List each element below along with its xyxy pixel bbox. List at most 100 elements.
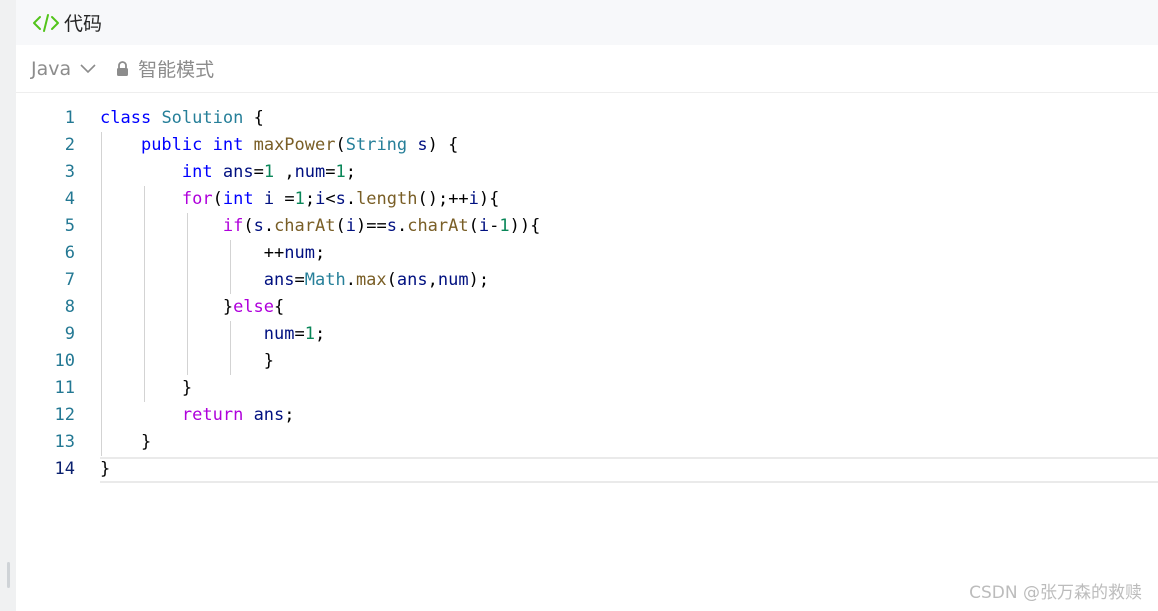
code-icon	[32, 12, 60, 34]
code-token: num	[263, 324, 295, 344]
code-token: else	[233, 297, 275, 317]
code-line[interactable]: 12 return ans;	[16, 402, 1158, 429]
line-number: 7	[64, 270, 75, 290]
code-token: Math	[304, 270, 346, 290]
code-line[interactable]: 1 class Solution {	[16, 105, 1158, 132]
language-label: Java	[31, 57, 72, 80]
code-line[interactable]: 3 int ans=1 ,num=1;	[16, 159, 1158, 186]
code-token: }	[100, 378, 193, 398]
code-text: }	[100, 375, 192, 402]
code-token: .	[345, 270, 356, 290]
code-token: (	[386, 270, 397, 290]
code-token: ;	[345, 162, 357, 182]
code-line[interactable]: 5 if(s.charAt(i)==s.charAt(i-1)){	[16, 213, 1158, 240]
code-token: .	[396, 216, 408, 236]
code-token: ans	[253, 405, 285, 425]
code-token: Solution	[161, 108, 244, 128]
code-token: 1	[304, 324, 315, 344]
resize-grip[interactable]	[7, 562, 10, 588]
chevron-down-icon	[80, 63, 96, 74]
code-token: {	[274, 297, 285, 317]
code-token: ;	[314, 324, 326, 344]
line-number: 4	[64, 189, 75, 209]
code-token: max	[355, 270, 387, 290]
line-number: 2	[64, 135, 75, 155]
code-token: num	[284, 243, 315, 263]
code-text: public int maxPower(String s) {	[100, 132, 458, 159]
code-token: =	[274, 189, 295, 209]
code-token: int	[212, 135, 244, 155]
code-token: =	[294, 324, 305, 344]
code-token: charAt	[274, 216, 336, 236]
code-line[interactable]: 4 for(int i =1;i<s.length();++i){	[16, 186, 1158, 213]
code-token: int	[181, 162, 213, 182]
code-line[interactable]: 2 public int maxPower(String s) {	[16, 132, 1158, 159]
code-token: )==	[355, 216, 387, 236]
code-token: int	[222, 189, 254, 209]
code-token: s	[335, 189, 346, 209]
code-token: =	[294, 270, 305, 290]
line-number: 13	[54, 432, 75, 452]
code-header-title: 代码	[64, 13, 103, 35]
code-token: i	[345, 216, 356, 236]
code-token: .	[263, 216, 275, 236]
code-line[interactable]: 10 }	[16, 348, 1158, 375]
code-token: public	[140, 135, 203, 155]
code-line[interactable]: 9 num=1;	[16, 321, 1158, 348]
code-token: charAt	[407, 216, 469, 236]
code-token: 1	[263, 162, 275, 182]
code-token: }	[100, 459, 111, 479]
code-text: num=1;	[100, 321, 325, 348]
line-number: 1	[64, 108, 75, 128]
line-number: 11	[54, 378, 75, 398]
code-token: length	[356, 189, 418, 209]
code-token: );	[468, 270, 490, 290]
code-header: 代码	[16, 0, 1158, 45]
code-token: <	[325, 189, 336, 209]
editor-toolbar: Java 智能模式	[16, 45, 1158, 93]
code-token: ,	[427, 270, 438, 290]
watermark: CSDN @张万森的救赎	[969, 583, 1142, 603]
code-line[interactable]: 14}	[16, 456, 1158, 483]
code-line[interactable]: 8 }else{	[16, 294, 1158, 321]
code-line[interactable]: 13 }	[16, 429, 1158, 456]
code-token: 1	[294, 189, 305, 209]
code-token: ++	[263, 243, 285, 263]
code-token: ,	[274, 162, 295, 182]
code-line[interactable]: 7 ans=Math.max(ans,num);	[16, 267, 1158, 294]
code-line[interactable]: 11 }	[16, 375, 1158, 402]
code-token: i	[478, 216, 490, 236]
code-token: s	[417, 135, 428, 155]
code-token: i	[468, 189, 479, 209]
code-token: ans	[396, 270, 428, 290]
code-editor[interactable]: 1 class Solution {2 public int maxPower(S…	[16, 93, 1158, 611]
code-text: }	[100, 456, 110, 483]
code-line[interactable]: 6 ++num;	[16, 240, 1158, 267]
smart-mode-toggle[interactable]: 智能模式	[116, 55, 214, 82]
left-margin-strip	[0, 0, 16, 611]
code-token: {	[243, 108, 264, 128]
code-token: (	[243, 216, 254, 236]
code-text: if(s.charAt(i)==s.charAt(i-1)){	[100, 213, 541, 240]
code-token: ;	[284, 405, 295, 425]
line-number: 14	[54, 459, 75, 479]
line-number: 3	[64, 162, 75, 182]
code-token: }	[100, 432, 152, 452]
line-number: 12	[54, 405, 75, 425]
language-select[interactable]: Java	[31, 58, 96, 80]
code-token: s	[253, 216, 264, 236]
code-token: ) {	[427, 135, 459, 155]
code-token: for	[181, 189, 213, 209]
code-token: }	[100, 297, 234, 317]
line-number: 8	[64, 297, 75, 317]
line-number: 6	[64, 243, 75, 263]
